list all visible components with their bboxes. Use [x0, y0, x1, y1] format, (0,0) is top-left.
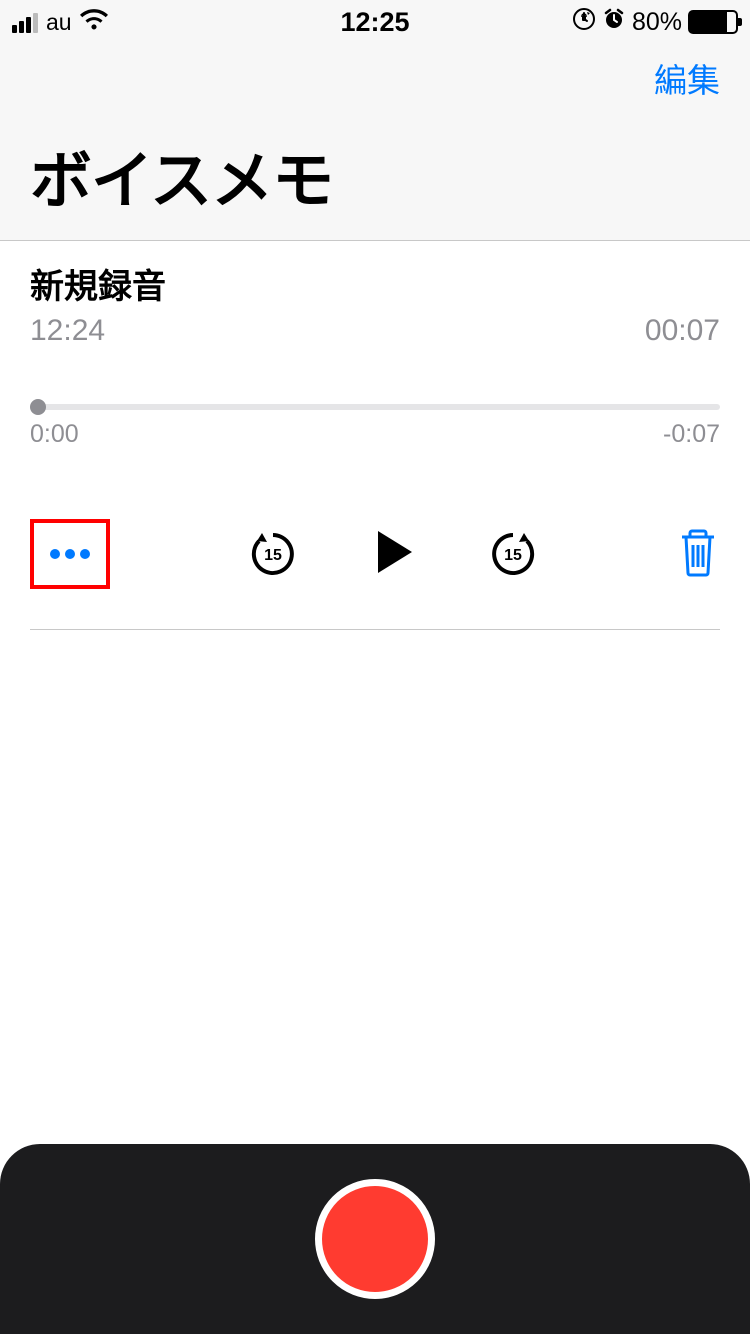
recording-timestamp: 12:24	[30, 314, 105, 348]
status-clock: 12:25	[340, 7, 409, 38]
record-toolbar	[0, 1144, 750, 1334]
playback-scrubber[interactable]	[30, 404, 720, 410]
delete-button[interactable]	[676, 527, 720, 582]
play-button[interactable]	[368, 527, 418, 582]
recording-card: 新規録音 12:24 00:07 0:00 -0:07 15 15	[0, 241, 750, 630]
record-button[interactable]	[315, 1179, 435, 1299]
skip-back-15-button[interactable]: 15	[248, 529, 298, 579]
cellular-signal-icon	[12, 11, 38, 33]
skip-forward-15-button[interactable]: 15	[488, 529, 538, 579]
scrubber-thumb[interactable]	[30, 399, 46, 415]
status-right: 80%	[572, 7, 738, 38]
playback-controls: 15 15	[30, 519, 720, 630]
status-bar: au 12:25 80%	[0, 0, 750, 44]
more-options-button[interactable]	[30, 519, 110, 589]
page-title: ボイスメモ	[30, 130, 720, 220]
recording-duration: 00:07	[645, 314, 720, 348]
carrier-label: au	[46, 9, 72, 36]
elapsed-time: 0:00	[30, 420, 79, 449]
edit-button[interactable]: 編集	[654, 54, 720, 102]
alarm-icon	[602, 7, 626, 38]
svg-text:15: 15	[264, 547, 282, 564]
remaining-time: -0:07	[663, 420, 720, 449]
svg-text:15: 15	[504, 547, 522, 564]
rotation-lock-icon	[572, 7, 596, 38]
battery-percent: 80%	[632, 8, 682, 37]
recording-name[interactable]: 新規録音	[30, 259, 720, 308]
wifi-icon	[80, 8, 108, 37]
status-left: au	[12, 8, 108, 37]
header: 編集 ボイスメモ	[0, 44, 750, 241]
battery-icon	[688, 10, 738, 34]
